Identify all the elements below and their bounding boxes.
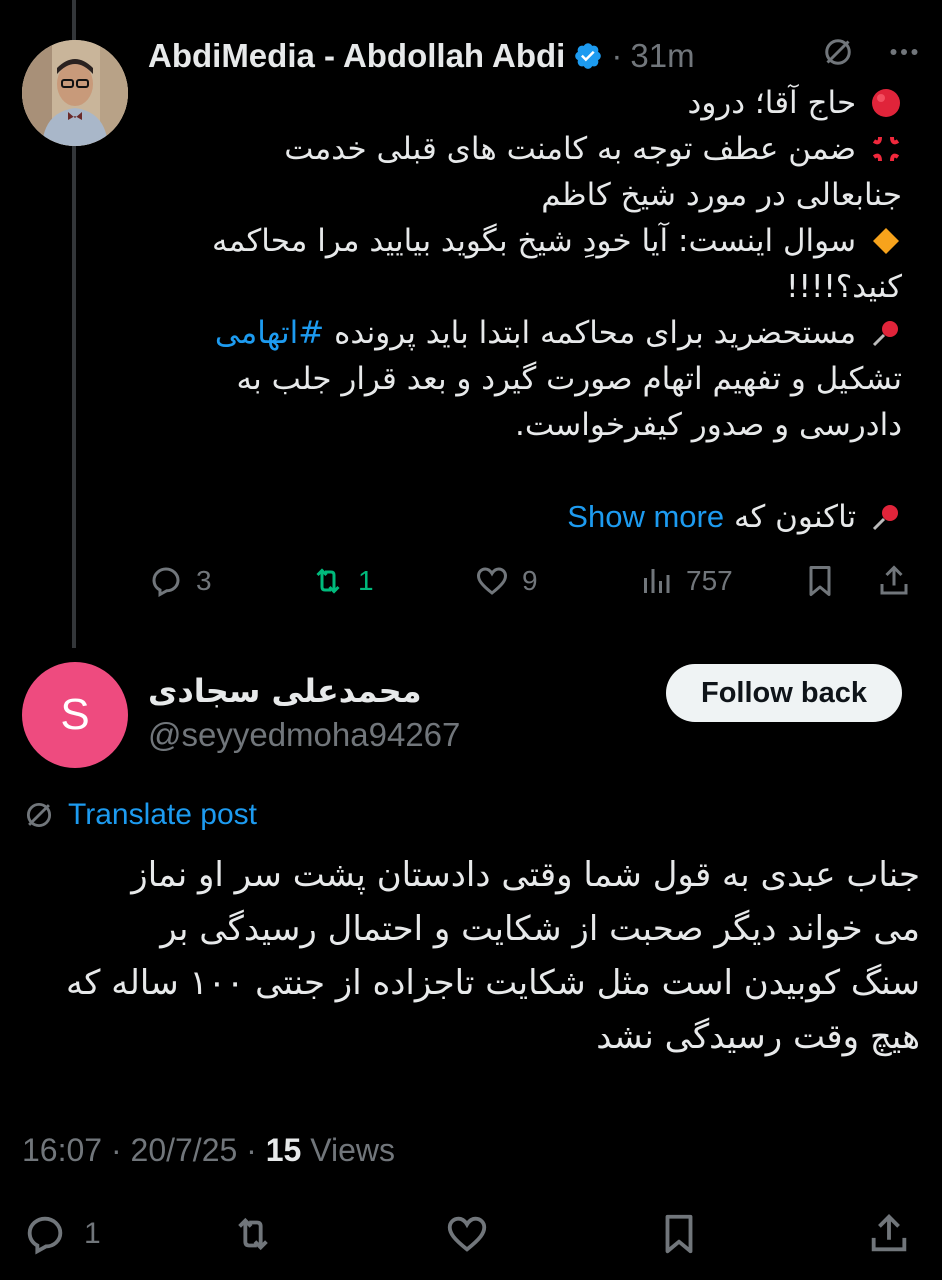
repost-icon <box>316 568 340 594</box>
reply-reply-count: 1 <box>84 1217 101 1250</box>
tweet-time[interactable]: 31m <box>630 37 694 75</box>
like-count: 9 <box>522 565 538 596</box>
repost-count: 1 <box>358 565 374 596</box>
reply-author-name[interactable]: محمدعلی سجادی <box>148 672 422 710</box>
views-button[interactable]: 757 <box>638 556 733 606</box>
share-button[interactable] <box>876 556 912 606</box>
show-more-link[interactable]: Show more <box>567 499 724 534</box>
author-avatar[interactable] <box>22 40 128 146</box>
tweet-line-text: سوال اینست: آیا خودِ شیخ بگوید بیایید مر… <box>212 223 857 259</box>
hashtag-link[interactable]: #اتهامی <box>215 315 324 351</box>
tweet-top-actions <box>820 34 922 70</box>
tweet-line: حاج آقا؛ درود <box>142 80 902 126</box>
reply-share-button[interactable] <box>866 1208 912 1260</box>
tweet-line: تاکنون که Show more <box>142 494 902 540</box>
tweet-line-text: مستحضرید برای محاکمه ابتدا باید پرونده <box>334 315 857 351</box>
tweet-line-text: دادرسی و صدور کیفرخواست. <box>514 407 902 443</box>
reply-count: 3 <box>196 565 212 596</box>
like-button[interactable]: 9 <box>474 556 538 606</box>
pushpin-icon <box>872 505 898 531</box>
reply-actions: 1 <box>22 1208 922 1260</box>
like-icon <box>476 567 508 595</box>
tweet-line-text: کنید؟!!!! <box>786 269 902 305</box>
tweet-line-text: ضمن عطف توجه به کامنت های قبلی خدمت <box>284 131 857 167</box>
reply-avatar[interactable]: S <box>22 662 128 768</box>
red-circle-icon <box>872 89 900 117</box>
tweet-line-text: حاج آقا؛ درود <box>687 85 857 121</box>
pushpin-icon <box>872 321 898 347</box>
tweet-line-text: جنابعالی در مورد شیخ کاظم <box>541 177 902 213</box>
repost-icon <box>238 1217 268 1251</box>
reply-line: هیچ وقت رسیدگی نشد <box>596 1017 920 1057</box>
translate-post-link[interactable]: Translate post <box>22 798 257 832</box>
reply-views-count: 15 <box>265 1132 302 1168</box>
tweet-header: AbdiMedia - Abdollah Abdi · 31m <box>148 32 695 80</box>
reply-like-button[interactable] <box>444 1208 490 1260</box>
anger-symbol-icon <box>872 136 900 162</box>
tweet-line: سوال اینست: آیا خودِ شیخ بگوید بیایید مر… <box>142 218 902 264</box>
reply-line: سنگ کوبیدن است مثل شکایت تاجزاده از جنتی… <box>66 963 920 1003</box>
reply-button[interactable]: 3 <box>148 556 212 606</box>
tweet-body: حاج آقا؛ درود ضمن عطف توجه به کامنت های … <box>142 80 902 448</box>
grok-icon[interactable] <box>820 34 856 70</box>
share-icon <box>880 565 908 595</box>
like-icon <box>447 1216 487 1252</box>
tweet-line: دادرسی و صدور کیفرخواست. <box>142 402 902 448</box>
repost-button[interactable]: 1 <box>310 556 374 606</box>
tweet-actions: 3 1 9 757 <box>148 556 918 606</box>
tweet-last-line: تاکنون که Show more <box>142 494 902 540</box>
follow-back-button[interactable]: Follow back <box>666 664 902 722</box>
orange-diamond-icon <box>873 228 899 254</box>
reply-repost-button[interactable] <box>230 1208 276 1260</box>
more-icon[interactable] <box>886 34 922 70</box>
bookmark-button[interactable] <box>802 556 838 606</box>
tweet-line-text: تاکنون که <box>733 499 857 535</box>
author-name[interactable]: AbdiMedia - Abdollah Abdi <box>148 37 565 75</box>
reply-meta: 16:07 · 20/7/25 · 15 Views <box>22 1132 395 1168</box>
translate-icon <box>26 802 52 828</box>
reply-date[interactable]: 20/7/25 <box>131 1132 238 1168</box>
reply-line: می خواند دیگر صحبت از شکایت و احتمال رسی… <box>160 909 920 949</box>
reply-line: جناب عبدی به قول شما وقتی دادستان پشت سر… <box>131 855 920 895</box>
bookmark-icon <box>665 1214 693 1254</box>
reply-bookmark-button[interactable] <box>656 1208 702 1260</box>
tweet-line: ضمن عطف توجه به کامنت های قبلی خدمت <box>142 126 902 172</box>
views-icon <box>644 569 670 593</box>
tweet-line: مستحضرید برای محاکمه ابتدا باید پرونده #… <box>142 310 902 356</box>
tweet-line: کنید؟!!!! <box>142 264 902 310</box>
reply-author-handle[interactable]: @seyyedmoha94267 <box>148 716 460 754</box>
reply-body: جناب عبدی به قول شما وقتی دادستان پشت سر… <box>20 848 920 1064</box>
share-icon <box>871 1214 907 1252</box>
time-separator: · <box>611 37 623 74</box>
author-avatar-image <box>22 40 128 146</box>
reply-icon <box>152 567 180 598</box>
translate-post-label: Translate post <box>68 798 257 831</box>
reply-avatar-letter: S <box>60 690 90 739</box>
tweet-line: جنابعالی در مورد شیخ کاظم <box>142 172 902 218</box>
bookmark-icon <box>809 566 831 596</box>
reply-views-label: Views <box>310 1132 395 1168</box>
reply-icon <box>27 1216 63 1255</box>
verified-badge-icon <box>575 43 602 69</box>
tweet-line: تشکیل و تفهیم اتهام صورت گیرد و بعد قرار… <box>142 356 902 402</box>
tweet-line-text: تشکیل و تفهیم اتهام صورت گیرد و بعد قرار… <box>236 361 902 397</box>
views-count: 757 <box>686 565 733 596</box>
reply-time[interactable]: 16:07 <box>22 1132 102 1168</box>
reply-reply-button[interactable]: 1 <box>22 1208 101 1260</box>
